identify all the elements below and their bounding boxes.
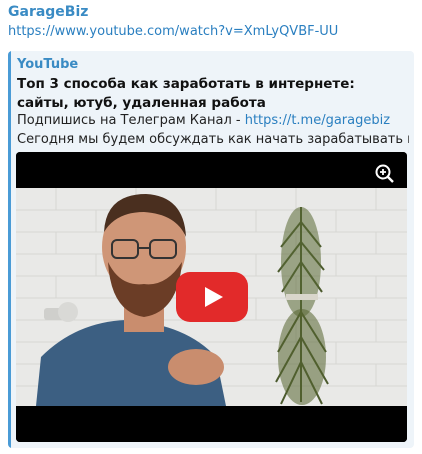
link-preview[interactable]: YouTube Топ 3 способа как заработать в и… <box>8 51 414 448</box>
preview-subtitle-link[interactable]: https://t.me/garagebiz <box>245 113 390 128</box>
youtube-play-icon[interactable] <box>176 272 248 322</box>
preview-subtitle-text: Подпишись на Телеграм Канал - <box>17 113 245 128</box>
preview-site-name: YouTube <box>17 57 79 72</box>
preview-description: Сегодня мы будем обсуждать как начать за… <box>17 132 409 147</box>
zoom-in-icon[interactable] <box>371 160 399 188</box>
sender-name[interactable]: GarageBiz <box>8 4 88 20</box>
video-thumbnail[interactable] <box>16 152 407 442</box>
message-bubble: GarageBiz https://www.youtube.com/watch?… <box>0 0 422 454</box>
preview-subtitle: Подпишись на Телеграм Канал - https://t.… <box>17 113 390 128</box>
message-link[interactable]: https://www.youtube.com/watch?v=XmLyQVBF… <box>8 24 338 39</box>
preview-title: Топ 3 способа как заработать в интернете… <box>17 76 355 111</box>
preview-accent-bar <box>8 51 11 448</box>
